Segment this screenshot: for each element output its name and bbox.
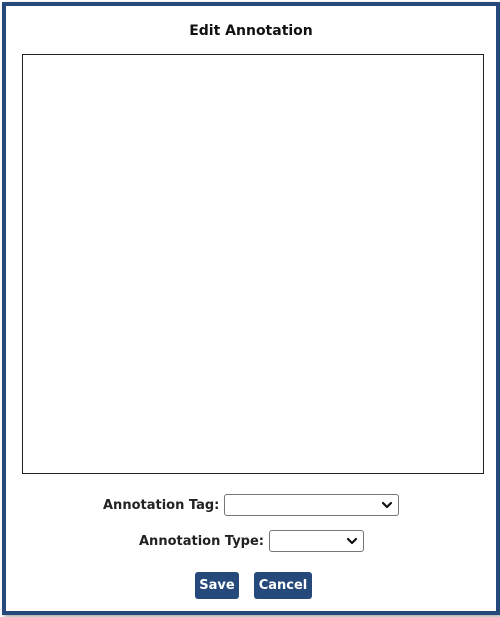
chevron-down-icon	[346, 537, 358, 545]
annotation-tag-select[interactable]	[224, 494, 400, 516]
annotation-tag-row: Annotation Tag:	[103, 494, 400, 516]
edit-annotation-dialog: Edit Annotation Annotation Tag: Annotati…	[2, 2, 500, 615]
cancel-button[interactable]: Cancel	[254, 572, 312, 599]
dialog-title: Edit Annotation	[189, 23, 313, 39]
annotation-text-input[interactable]	[22, 54, 484, 474]
save-button[interactable]: Save	[195, 572, 239, 599]
annotation-type-label: Annotation Type:	[139, 533, 264, 549]
annotation-tag-label: Annotation Tag:	[103, 497, 220, 513]
annotation-type-select[interactable]	[269, 530, 364, 552]
chevron-down-icon	[382, 501, 393, 509]
annotation-type-row: Annotation Type:	[139, 530, 364, 552]
